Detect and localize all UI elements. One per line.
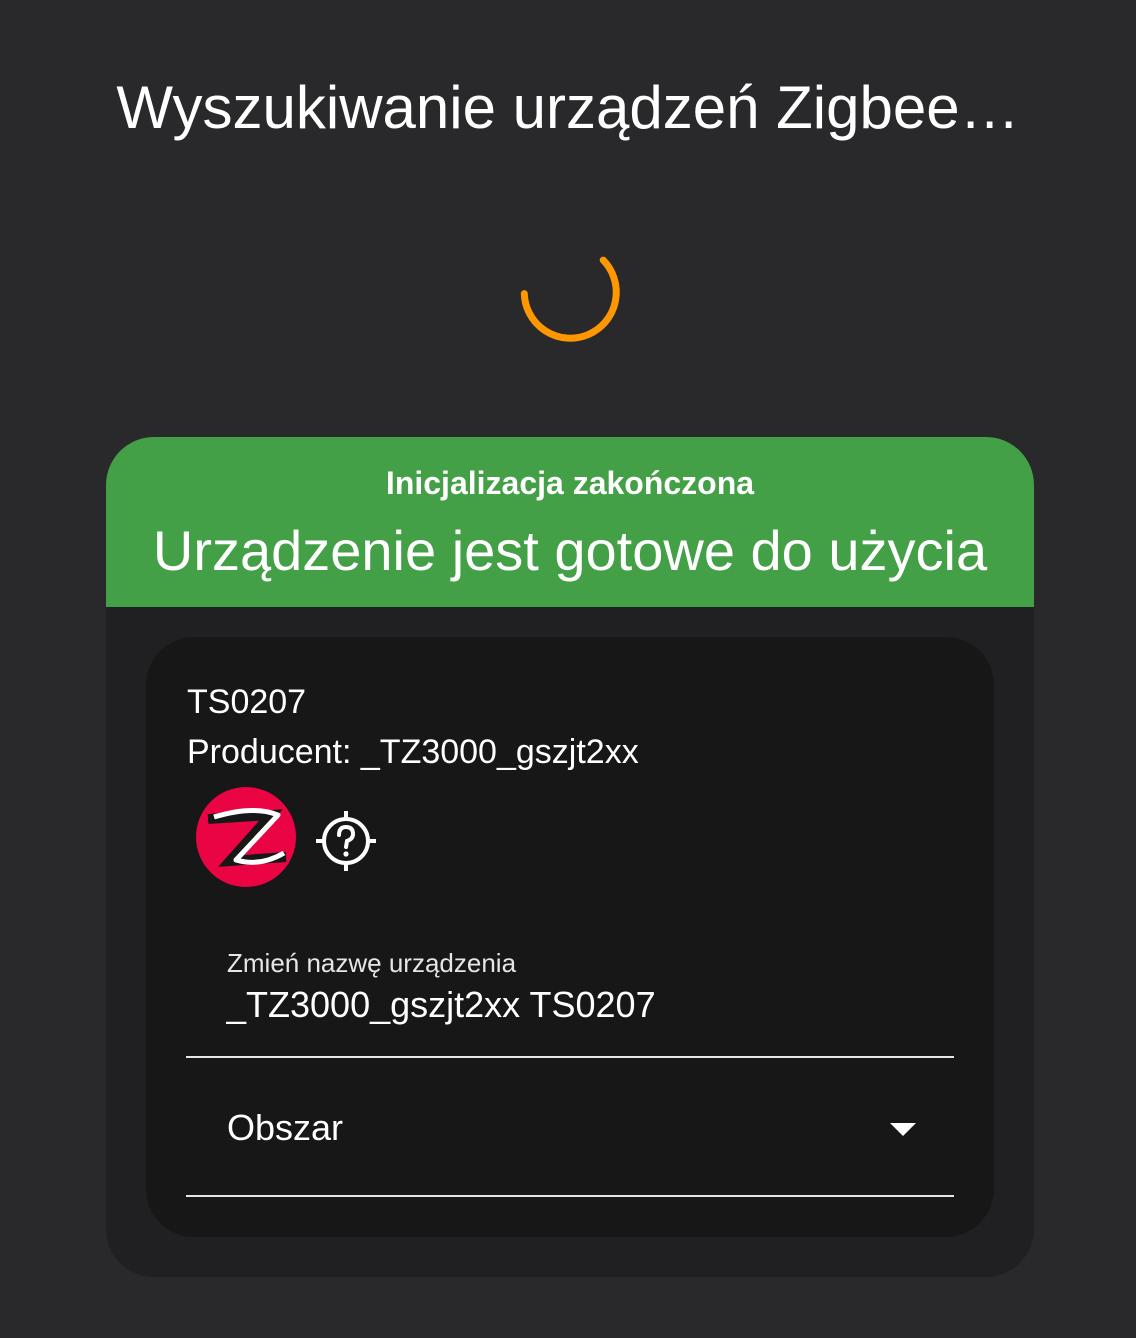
status-banner: Inicjalizacja zakończona Urządzenie jest… [106, 437, 1034, 607]
device-result-card: Inicjalizacja zakończona Urządzenie jest… [106, 437, 1034, 1277]
zigbee-logo-icon [196, 787, 296, 887]
page-title: Wyszukiwanie urządzeń Zigbee… [116, 74, 1020, 141]
status-subtitle: Inicjalizacja zakończona [385, 465, 755, 501]
rename-device-field[interactable]: Zmień nazwę urządzenia [186, 937, 954, 1058]
chevron-down-icon [890, 1123, 916, 1136]
area-select[interactable]: Obszar [186, 1057, 954, 1197]
device-model: TS0207 [187, 683, 307, 721]
area-select-label: Obszar [227, 1107, 344, 1148]
pairing-dialog: Wyszukiwanie urządzeń Zigbee… Inicjaliza… [0, 0, 1136, 1338]
status-title: Urządzenie jest gotowe do użycia [152, 519, 988, 582]
identify-target-icon[interactable] [314, 809, 378, 873]
loading-spinner-icon [520, 256, 620, 342]
rename-device-input[interactable] [226, 981, 926, 1029]
device-manufacturer: Producent: _TZ3000_gszjt2xx [187, 733, 639, 771]
rename-field-label: Zmień nazwę urządzenia [227, 948, 517, 978]
device-info-card: TS0207 Producent: _TZ3000_gszjt2xx Zmień… [146, 637, 994, 1237]
